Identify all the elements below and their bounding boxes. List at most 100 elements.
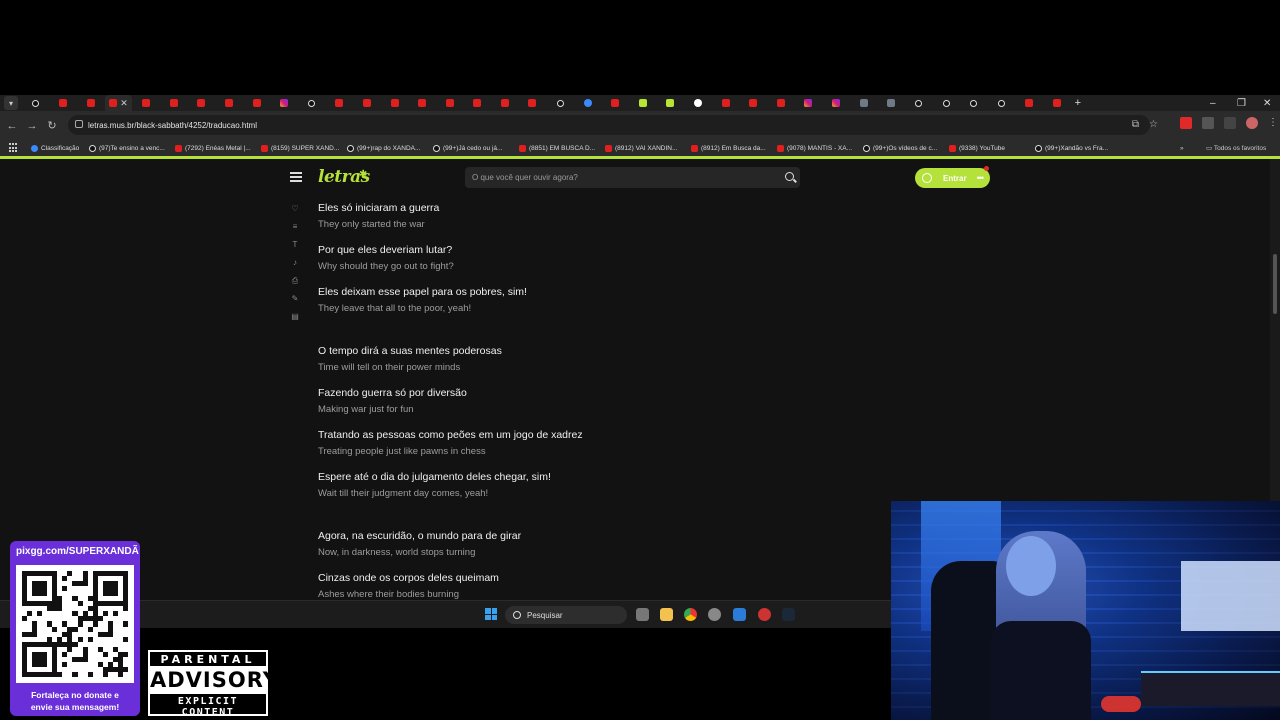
donation-url: pixgg.com/SUPERXANDÃ	[16, 546, 139, 557]
browser-tab[interactable]	[436, 95, 464, 111]
close-tab-icon[interactable]: ✕	[120, 98, 128, 109]
browser-tab[interactable]	[767, 95, 795, 111]
tab-search-button[interactable]: ▾	[4, 96, 18, 110]
browser-tab[interactable]	[160, 95, 188, 111]
browser-tab[interactable]	[988, 95, 1016, 111]
favorite-heart-icon[interactable]: ♡	[289, 203, 301, 215]
browser-tab[interactable]	[50, 95, 78, 111]
browser-tab[interactable]	[657, 95, 685, 111]
bookmarks-overflow-icon[interactable]: »	[1180, 145, 1184, 152]
bookmark-item[interactable]: (8159) SUPER XAND...	[261, 144, 347, 152]
search-input[interactable]	[472, 170, 772, 185]
extensions-puzzle-icon[interactable]	[1202, 117, 1214, 129]
browser-tab[interactable]	[298, 95, 326, 111]
browser-tab[interactable]	[215, 95, 243, 111]
browser-tab[interactable]	[905, 95, 933, 111]
browser-tab[interactable]	[1043, 95, 1071, 111]
tab-favicon-icon	[1052, 99, 1061, 107]
tab-favicon-icon	[1025, 99, 1034, 107]
browser-tab[interactable]	[22, 95, 50, 111]
snipping-tool-icon[interactable]	[733, 608, 746, 621]
browser-tab[interactable]	[326, 95, 354, 111]
browser-tab[interactable]	[933, 95, 961, 111]
bookmark-item[interactable]: (99+)Já cedo ou já...	[433, 144, 519, 152]
browser-tab[interactable]	[381, 95, 409, 111]
close-window-button[interactable]: ✕	[1263, 95, 1271, 111]
browser-tab[interactable]	[822, 95, 850, 111]
browser-tab[interactable]	[519, 95, 547, 111]
minimize-button[interactable]: –	[1210, 95, 1216, 111]
forward-button[interactable]: →	[22, 120, 42, 132]
print-icon[interactable]: ⎙	[289, 275, 301, 287]
browser-tab[interactable]	[574, 95, 602, 111]
browser-tab[interactable]	[629, 95, 657, 111]
bookmark-item[interactable]: (8851) EM BUSCA D...	[519, 144, 605, 152]
new-tab-button[interactable]: +	[1075, 97, 1081, 109]
browser-tab[interactable]	[1015, 95, 1043, 111]
maximize-button[interactable]: ❐	[1237, 95, 1246, 111]
browser-tab[interactable]	[408, 95, 436, 111]
browser-tab[interactable]	[712, 95, 740, 111]
bookmark-item[interactable]: (9338) YouTube	[949, 144, 1035, 152]
extension-icon[interactable]	[1180, 117, 1192, 129]
address-bar[interactable]: letras.mus.br/black-sabbath/4252/traduca…	[68, 115, 1150, 135]
font-size-icon[interactable]: T	[289, 239, 301, 251]
bookmark-item[interactable]: (99+)Xandão vs Fra...	[1035, 144, 1121, 152]
install-app-icon[interactable]: ⧉	[1132, 119, 1139, 130]
browser-tab[interactable]	[546, 95, 574, 111]
browser-menu-icon[interactable]: ⋮	[1268, 117, 1278, 129]
reload-button[interactable]: ↻	[42, 119, 62, 132]
browser-tab[interactable]	[601, 95, 629, 111]
all-bookmarks-folder[interactable]: ▭ Todos os favoritos	[1206, 144, 1266, 152]
more-options-icon[interactable]: •••	[977, 173, 985, 183]
bookmark-item[interactable]: (99+)rap do XANDÃ...	[347, 144, 433, 152]
bookmark-star-icon[interactable]: ☆	[1149, 119, 1158, 130]
search-icon[interactable]	[785, 172, 794, 181]
browser-tab[interactable]	[243, 95, 271, 111]
file-explorer-icon[interactable]	[660, 608, 673, 621]
browser-tab[interactable]	[464, 95, 492, 111]
user-icon	[922, 173, 932, 183]
reading-list-icon[interactable]	[1224, 117, 1236, 129]
bookmark-item[interactable]: (8912) Em Busca da...	[691, 144, 777, 152]
add-to-playlist-icon[interactable]: ≡	[289, 221, 301, 233]
browser-tab[interactable]	[684, 95, 712, 111]
edit-pencil-icon[interactable]: ✎	[289, 293, 301, 305]
profile-avatar[interactable]	[1246, 117, 1258, 129]
browser-tab[interactable]	[132, 95, 160, 111]
menu-icon[interactable]	[290, 172, 302, 182]
chrome-icon[interactable]	[684, 608, 697, 621]
apps-grid-icon[interactable]	[9, 143, 19, 153]
bookmark-item[interactable]: (97)Te ensino a venc...	[89, 144, 175, 152]
browser-tab[interactable]: ✕	[104, 95, 133, 111]
steam-icon[interactable]	[782, 608, 795, 621]
guitar-icon[interactable]: ♪	[289, 257, 301, 269]
browser-tab[interactable]	[795, 95, 823, 111]
browser-tab[interactable]	[850, 95, 878, 111]
bookmark-item[interactable]: (7292) Enéas Metal |...	[175, 144, 261, 152]
browser-tab[interactable]	[353, 95, 381, 111]
browser-tab[interactable]	[877, 95, 905, 111]
browser-tab[interactable]	[960, 95, 988, 111]
obs-icon[interactable]	[758, 608, 771, 621]
browser-tab[interactable]	[491, 95, 519, 111]
browser-tab[interactable]	[739, 95, 767, 111]
bookmark-item[interactable]: (99+)Os vídeos de c...	[863, 144, 949, 152]
bookmark-item[interactable]: (9078) MANTIS - XA...	[777, 144, 863, 152]
browser-tab[interactable]	[270, 95, 298, 111]
taskbar-search[interactable]: Pesquisar	[505, 606, 627, 624]
task-view-icon[interactable]	[636, 608, 649, 621]
back-button[interactable]: ←	[2, 120, 22, 132]
windows-start-icon[interactable]	[485, 608, 497, 620]
report-icon[interactable]: ▤	[289, 311, 301, 323]
browser-tab[interactable]	[188, 95, 216, 111]
browser-tab[interactable]	[77, 95, 105, 111]
login-button[interactable]: Entrar •••	[915, 166, 990, 188]
site-info-icon[interactable]	[75, 120, 83, 128]
settings-gear-icon[interactable]	[708, 608, 721, 621]
donation-caption: Fortaleça no donate e envie sua mensagem…	[10, 689, 140, 713]
scrollbar-thumb[interactable]	[1273, 254, 1277, 314]
bookmark-item[interactable]: (8912) VAI XANDIN...	[605, 144, 691, 152]
bookmark-item[interactable]: Classificação	[31, 144, 89, 152]
lyric-line: Cinzas onde os corpos deles queimam Ashes…	[318, 571, 878, 600]
